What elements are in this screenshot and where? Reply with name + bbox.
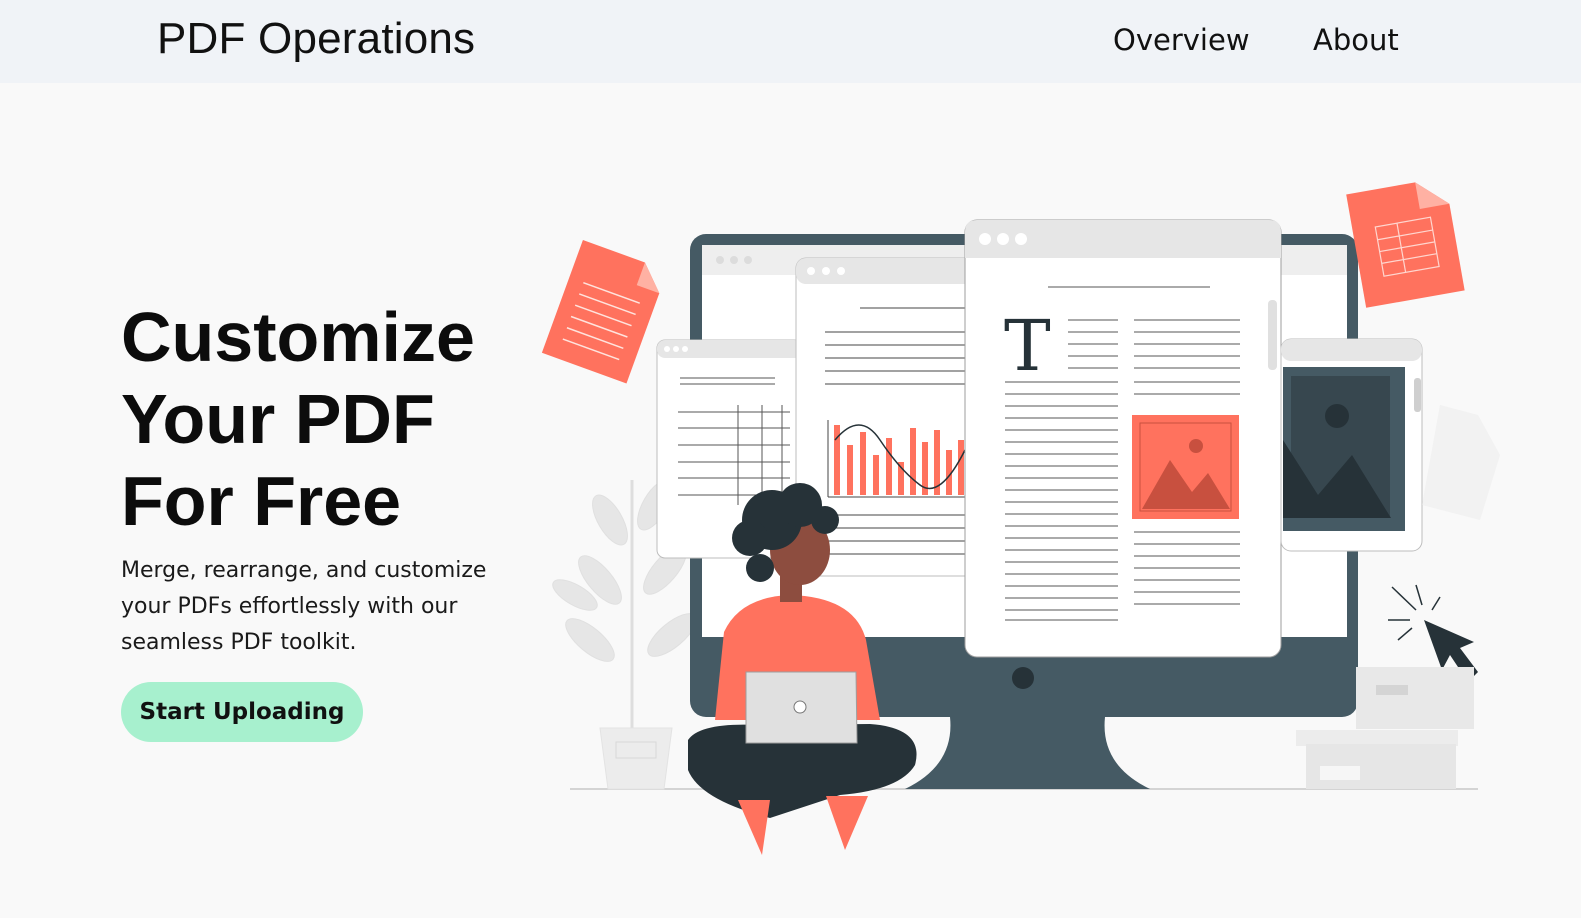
hero-title-line: Customize [121,298,475,376]
photo-window-graphic [1280,338,1423,552]
document-window-graphic: T [964,219,1282,658]
nav-link-about[interactable]: About [1313,23,1399,57]
hero-title: Customize Your PDF For Free [121,296,541,542]
nav-link-overview[interactable]: Overview [1113,23,1250,57]
faded-document-graphic [1422,405,1500,520]
pdf-file-icon [541,239,660,384]
text-tool-glyph: T [1004,305,1051,387]
hero-title-line: Your PDF [121,380,435,458]
image-icon [1132,415,1239,519]
brand-title[interactable]: PDF Operations [157,14,475,64]
hero-subtitle: Merge, rearrange, and customize your PDF… [121,558,487,655]
navbar: PDF Operations Overview About [0,0,1581,83]
hero-illustration: T [541,182,1500,855]
hero-title-line: For Free [121,462,402,540]
start-uploading-button[interactable]: Start Uploading [121,682,363,742]
spreadsheet-file-icon [1346,182,1465,308]
